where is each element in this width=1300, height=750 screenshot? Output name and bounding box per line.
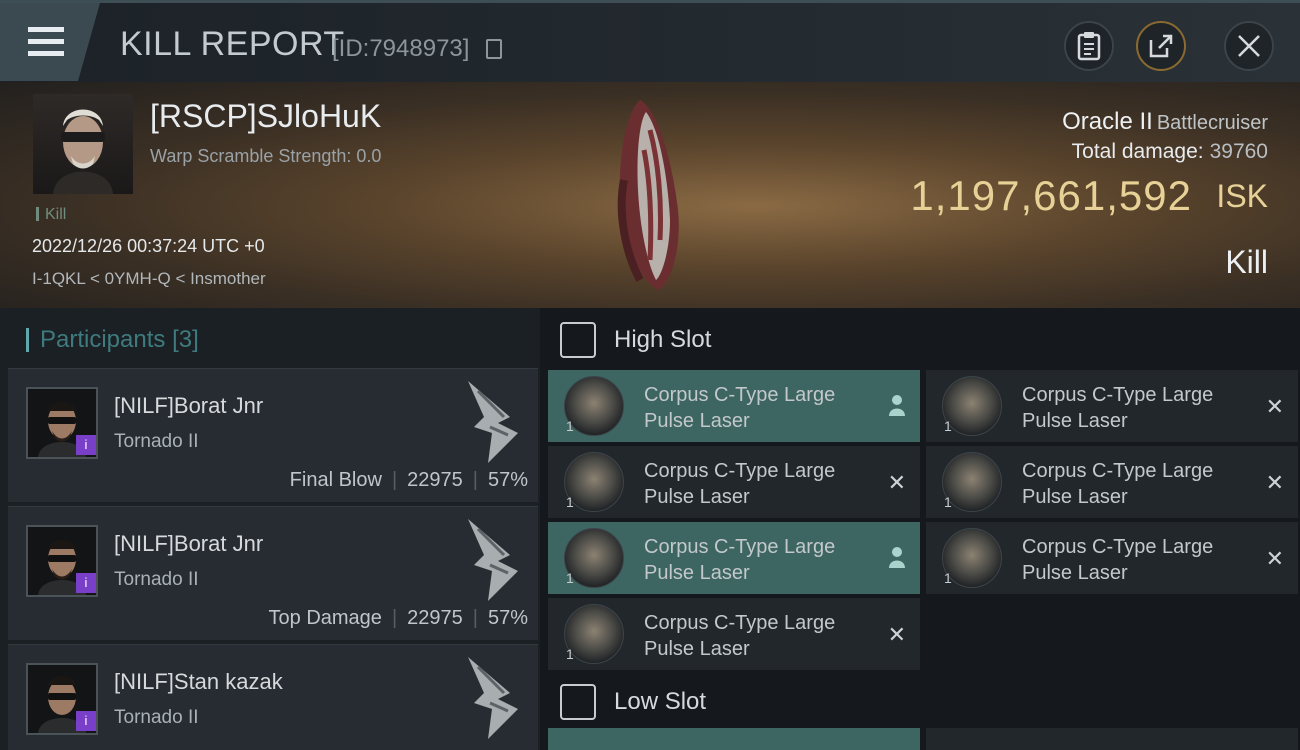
module-name: Corpus C-Type Large Pulse Laser	[1022, 384, 1214, 432]
close-button[interactable]	[1224, 21, 1274, 71]
cross-icon: ✕	[1265, 394, 1284, 419]
module-qty: 1	[944, 418, 952, 434]
kill-tag: Kill	[36, 206, 66, 224]
ship-name: Oracle II	[1062, 108, 1153, 135]
ship-name-line: Oracle II Battlecruiser	[1062, 108, 1268, 136]
clipboard-icon	[1077, 32, 1101, 61]
participant-card[interactable]: i [NILF]Stan kazak Tornado II	[8, 644, 538, 750]
avatar	[53, 109, 113, 194]
participant-name: [NILF]Stan kazak	[114, 669, 283, 694]
high-slot-title: High Slot	[614, 326, 712, 353]
victim-banner: [RSCP]SJloHuK Warp Scramble Strength: 0.…	[0, 82, 1300, 308]
module-qty: 1	[944, 570, 952, 586]
module-qty: 1	[944, 494, 952, 510]
info-badge[interactable]: i	[76, 711, 96, 731]
module-name: Corpus C-Type Large Pulse Laser	[1022, 460, 1214, 508]
page-title: KILL REPORT	[120, 25, 345, 63]
module-item[interactable]	[926, 728, 1298, 750]
module-item[interactable]: 1 Corpus C-Type Large Pulse Laser ✕	[926, 370, 1298, 442]
clipboard-button[interactable]	[1064, 21, 1114, 71]
participants-panel: Participants [3] i [NILF]Borat Jnr Torna…	[0, 308, 540, 750]
module-item[interactable]: 1 Corpus C-Type Large Pulse Laser ✕	[548, 598, 920, 670]
isk-unit: ISK	[1216, 178, 1268, 214]
participant-role: Top Damage	[268, 607, 382, 629]
person-icon	[889, 395, 905, 416]
participants-header: Participants [3]	[0, 308, 540, 366]
victim-portrait[interactable]	[33, 94, 133, 194]
participant-card[interactable]: i [NILF]Borat Jnr Tornado II Final Blow |…	[8, 368, 538, 502]
share-icon	[1149, 34, 1173, 58]
module-qty: 1	[566, 494, 574, 510]
participant-percent: 57%	[487, 607, 528, 629]
low-slot-header: Low Slot	[540, 670, 1300, 732]
info-badge[interactable]: i	[76, 435, 96, 455]
report-id: [ID:7948973]	[332, 35, 470, 62]
module-name: Corpus C-Type Large Pulse Laser	[644, 536, 836, 584]
module-item[interactable]: 1 Corpus C-Type Large Pulse Laser ✕	[926, 522, 1298, 594]
module-qty: 1	[566, 418, 574, 434]
kill-location: I-1QKL < 0YMH-Q < Insmother	[32, 269, 266, 288]
total-damage-line: Total damage: 39760	[1072, 140, 1268, 164]
isk-value: 1,197,661,592	[910, 172, 1192, 219]
module-qty: 1	[566, 570, 574, 586]
participants-count: [3]	[172, 326, 199, 353]
cross-icon: ✕	[1265, 546, 1284, 571]
module-item[interactable]: 1 Corpus C-Type Large Pulse Laser	[548, 370, 920, 442]
kill-report-header: KILL REPORT [ID:7948973]	[0, 0, 1300, 82]
close-icon	[1238, 35, 1260, 57]
module-name: Corpus C-Type Large Pulse Laser	[644, 460, 836, 508]
module-item[interactable]: 1 Corpus C-Type Large Pulse Laser	[548, 522, 920, 594]
participant-stats: Final Blow | 22975 | 57%	[289, 469, 528, 491]
cross-icon: ✕	[887, 622, 906, 647]
ship-render	[617, 100, 679, 290]
low-slot-title: Low Slot	[614, 688, 707, 715]
menu-icon	[28, 27, 64, 32]
cross-icon: ✕	[1265, 470, 1284, 495]
share-button[interactable]	[1136, 21, 1186, 71]
warp-scramble-strength: Warp Scramble Strength: 0.0	[150, 146, 382, 166]
ship-icon	[468, 519, 518, 601]
module-item[interactable]: 1 Corpus C-Type Large Pulse Laser ✕	[548, 446, 920, 518]
participant-ship: Tornado II	[114, 707, 199, 728]
menu-button[interactable]	[0, 3, 100, 81]
fitting-panel: High Slot 1 Corpus C-Type Large Pulse Las…	[540, 308, 1300, 750]
ship-class: Battlecruiser	[1156, 112, 1268, 134]
participant-percent: 57%	[487, 469, 528, 491]
participants-title: Participants	[40, 326, 166, 353]
participant-name: [NILF]Borat Jnr	[114, 531, 264, 556]
info-badge[interactable]: i	[76, 573, 96, 593]
kill-result: Kill	[1225, 244, 1268, 280]
module-name: Corpus C-Type Large Pulse Laser	[644, 384, 836, 432]
high-slot-header: High Slot	[540, 308, 1300, 370]
ship-icon	[468, 657, 518, 739]
module-item[interactable]	[548, 728, 920, 750]
total-damage-value: 39760	[1209, 140, 1268, 163]
module-qty: 1	[566, 646, 574, 662]
slot-shield-icon	[560, 684, 596, 720]
participant-role: Final Blow	[289, 469, 382, 491]
person-icon	[889, 547, 905, 568]
participant-name: [NILF]Borat Jnr	[114, 393, 264, 418]
victim-name: [RSCP]SJloHuK	[150, 98, 382, 134]
participant-damage: 22975	[407, 607, 463, 629]
module-name: Corpus C-Type Large Pulse Laser	[1022, 536, 1214, 584]
copy-icon[interactable]	[486, 39, 502, 59]
ship-icon	[468, 381, 518, 463]
participant-stats: Top Damage | 22975 | 57%	[268, 607, 528, 629]
participant-ship: Tornado II	[114, 431, 199, 452]
participant-card[interactable]: i [NILF]Borat Jnr Tornado II Top Damage |…	[8, 506, 538, 640]
kill-timestamp: 2022/12/26 00:37:24 UTC +0	[32, 236, 265, 256]
cross-icon: ✕	[887, 470, 906, 495]
slot-shield-icon	[560, 322, 596, 358]
module-name: Corpus C-Type Large Pulse Laser	[644, 612, 836, 660]
participant-ship: Tornado II	[114, 569, 199, 590]
module-item[interactable]: 1 Corpus C-Type Large Pulse Laser ✕	[926, 446, 1298, 518]
participant-damage: 22975	[407, 469, 463, 491]
total-damage-label: Total damage:	[1071, 140, 1204, 163]
